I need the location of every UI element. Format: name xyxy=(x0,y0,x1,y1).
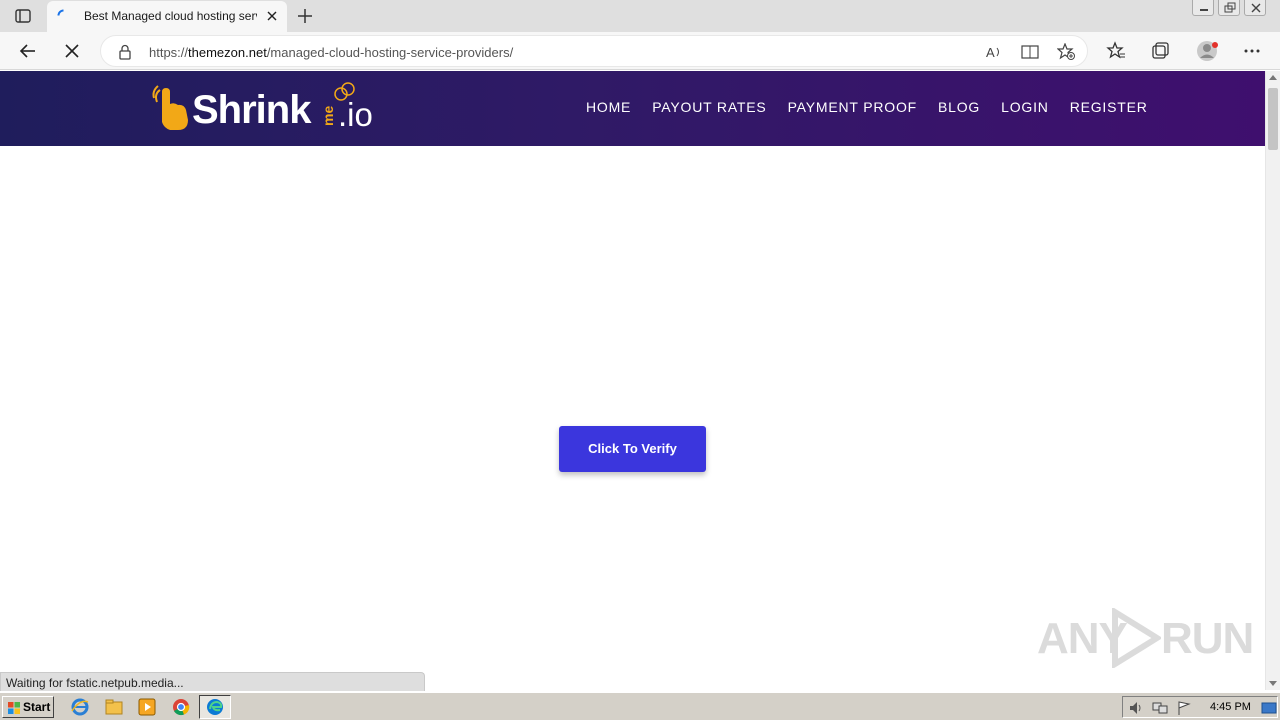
pointing-hand-icon xyxy=(152,85,188,130)
site-logo[interactable]: Shrink me .io xyxy=(150,82,382,134)
minimize-button[interactable] xyxy=(1192,0,1214,16)
browser-tab-bar: Best Managed cloud hosting service provi… xyxy=(0,0,1280,32)
volume-icon[interactable] xyxy=(1128,700,1144,716)
anyrun-watermark: ANY RUN xyxy=(1037,606,1254,670)
favorites-icon[interactable] xyxy=(1106,41,1126,61)
close-tab-icon[interactable] xyxy=(265,9,279,23)
scroll-up-arrow-icon[interactable] xyxy=(1269,75,1277,80)
tab-actions-icon[interactable] xyxy=(14,7,32,25)
nav-blog[interactable]: BLOG xyxy=(938,99,980,115)
start-label: Start xyxy=(23,700,51,714)
url-scheme: https:// xyxy=(149,45,189,60)
add-favorite-icon[interactable] xyxy=(1057,43,1075,61)
edge-icon xyxy=(207,699,223,715)
clock: 4:45 PM xyxy=(1210,701,1251,713)
start-button[interactable]: Start xyxy=(2,696,54,718)
play-triangle-icon xyxy=(1112,608,1161,668)
more-options-icon[interactable] xyxy=(1242,41,1262,61)
nav-payment-proof[interactable]: PAYMENT PROOF xyxy=(788,99,917,115)
nav-home[interactable]: HOME xyxy=(586,99,631,115)
network-icon[interactable] xyxy=(1152,700,1168,716)
show-desktop-icon[interactable] xyxy=(1261,700,1277,716)
url-text[interactable]: https://themezon.net/managed-cloud-hosti… xyxy=(149,45,513,60)
taskbar-edge-active[interactable] xyxy=(199,695,231,719)
chrome-icon[interactable] xyxy=(171,697,191,717)
windows-taskbar: Start 4:45 PM xyxy=(0,692,1280,720)
stop-loading-icon[interactable] xyxy=(62,41,82,61)
close-window-button[interactable] xyxy=(1244,0,1266,16)
logo-wordmark: Shrink xyxy=(192,88,311,132)
back-arrow-icon[interactable] xyxy=(18,41,38,61)
action-center-flag-icon[interactable] xyxy=(1176,700,1192,716)
browser-status-bar: Waiting for fstatic.netpub.media... xyxy=(0,672,425,691)
scroll-down-arrow-icon[interactable] xyxy=(1269,681,1277,686)
browser-tab[interactable]: Best Managed cloud hosting service provi… xyxy=(47,1,287,32)
close-window-icon xyxy=(1251,3,1261,13)
site-header: Shrink me .io HOME PAYOUT RATES PAYMENT … xyxy=(0,71,1265,146)
logo-me: me xyxy=(320,105,336,126)
main-nav: HOME PAYOUT RATES PAYMENT PROOF BLOG LOG… xyxy=(586,99,1169,115)
nav-payout-rates[interactable]: PAYOUT RATES xyxy=(652,99,766,115)
restore-icon xyxy=(1224,2,1236,13)
media-player-icon[interactable] xyxy=(137,697,157,717)
read-aloud-icon[interactable]: A xyxy=(985,43,1003,61)
minimize-icon xyxy=(1200,9,1208,11)
lock-icon[interactable] xyxy=(118,44,132,60)
ie-icon[interactable] xyxy=(70,697,90,717)
url-path: /managed-cloud-hosting-service-providers… xyxy=(266,45,514,60)
scroll-thumb[interactable] xyxy=(1268,88,1278,150)
address-bar[interactable]: https://themezon.net/managed-cloud-hosti… xyxy=(100,35,1088,67)
nav-register[interactable]: REGISTER xyxy=(1070,99,1148,115)
immersive-reader-icon[interactable] xyxy=(1021,43,1039,61)
svg-text:A: A xyxy=(986,45,995,60)
tab-title: Best Managed cloud hosting service provi… xyxy=(84,9,257,23)
page-scrollbar[interactable] xyxy=(1265,71,1280,690)
explorer-icon[interactable] xyxy=(104,697,124,717)
windows-flag-icon xyxy=(8,702,20,714)
new-tab-icon[interactable] xyxy=(295,6,315,26)
loading-spinner-icon xyxy=(57,9,64,16)
nav-login[interactable]: LOGIN xyxy=(1001,99,1049,115)
logo-rings-icon xyxy=(334,82,355,101)
click-to-verify-button[interactable]: Click To Verify xyxy=(559,426,706,472)
collections-icon[interactable] xyxy=(1150,41,1170,61)
url-host: themezon.net xyxy=(188,45,267,60)
profile-avatar-icon[interactable] xyxy=(1196,39,1220,63)
system-tray: 4:45 PM xyxy=(1122,696,1278,718)
window-controls xyxy=(1192,0,1266,16)
watermark-run: RUN xyxy=(1161,614,1254,663)
restore-button[interactable] xyxy=(1218,0,1240,16)
browser-toolbar: https://themezon.net/managed-cloud-hosti… xyxy=(0,32,1280,70)
